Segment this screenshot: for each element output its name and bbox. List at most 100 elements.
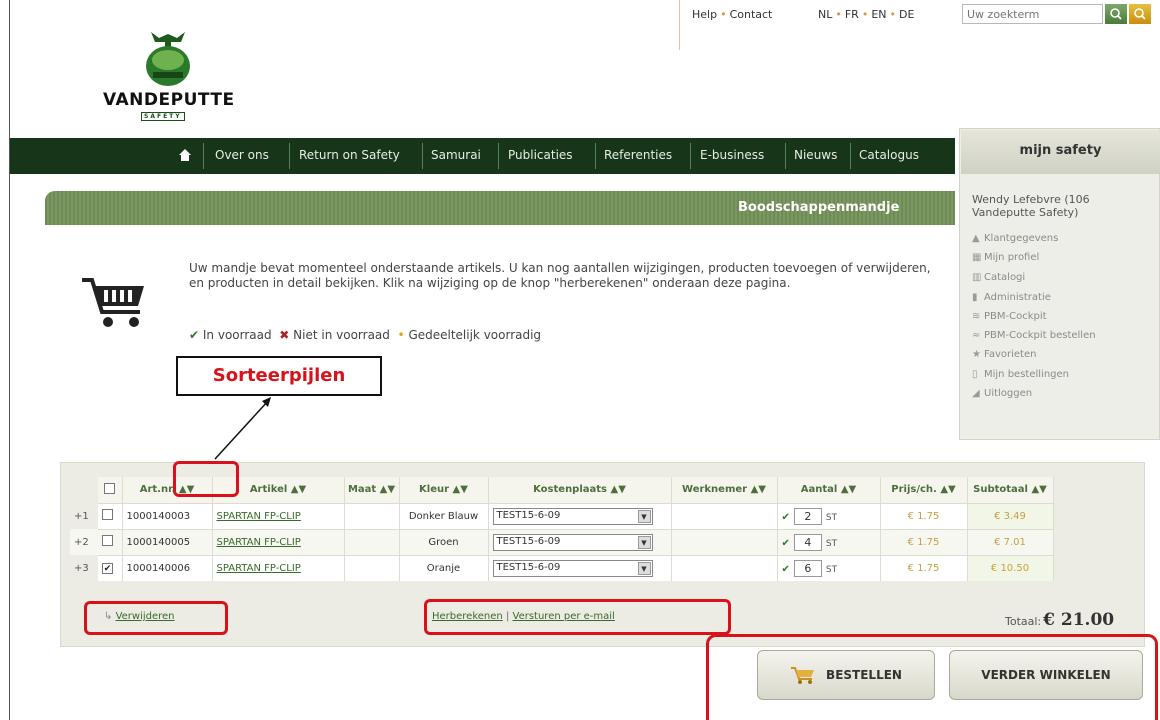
cell-aantal: ✔ 2 ST xyxy=(777,502,881,529)
col-subtotaal[interactable]: Subtotaal ▲▼ xyxy=(967,477,1054,503)
table-row: +3 ✔ 1000140006 SPARTAN FP-CLIP Oranje T… xyxy=(70,554,1054,581)
cell-artikel: SPARTAN FP-CLIP xyxy=(212,554,345,581)
quantity-unit: ST xyxy=(825,538,838,549)
select-all-checkbox[interactable] xyxy=(104,482,116,494)
row-select-cell: ✔ xyxy=(98,554,123,581)
col-label: Subtotaal xyxy=(973,484,1028,496)
col-maat[interactable]: Maat ▲▼ xyxy=(344,477,400,503)
nav-catalogus[interactable]: Catalogus xyxy=(859,148,919,162)
sort-arrows-icon[interactable]: ▲▼ xyxy=(453,484,468,495)
brand-tagline: SAFETY xyxy=(141,112,185,121)
lang-nl[interactable]: NL xyxy=(818,8,832,21)
col-kostenplaats[interactable]: Kostenplaats ▲▼ xyxy=(488,477,672,503)
menu-pbm-cockpit-bestellen[interactable]: ≈ PBM-Cockpit bestellen xyxy=(972,330,1096,341)
row-checkbox[interactable] xyxy=(102,535,113,546)
chevron-down-icon: ▼ xyxy=(637,509,651,523)
contact-link[interactable]: Contact xyxy=(730,8,773,21)
nav-samurai[interactable]: Samurai xyxy=(431,148,481,162)
col-prijs[interactable]: Prijs/ch. ▲▼ xyxy=(880,477,968,503)
page-left-border xyxy=(9,0,10,720)
search-input[interactable] xyxy=(962,4,1103,24)
menu-label: PBM-Cockpit bestellen xyxy=(984,330,1096,341)
col-label: Kostenplaats xyxy=(533,484,608,496)
quantity-input[interactable]: 4 xyxy=(793,533,822,551)
sort-arrows-icon[interactable]: ▲▼ xyxy=(380,484,395,495)
sort-arrows-icon[interactable]: ▲▼ xyxy=(751,484,766,495)
cell-kleur: Groen xyxy=(399,528,489,555)
row-checkbox[interactable] xyxy=(102,509,113,520)
legend-partial: Gedeeltelijk voorradig xyxy=(408,328,542,342)
product-link[interactable]: SPARTAN FP-CLIP xyxy=(217,537,301,548)
col-label: Aantal xyxy=(800,484,838,496)
menu-label: Administratie xyxy=(984,292,1051,303)
cell-maat xyxy=(344,502,400,529)
kostenplaats-select[interactable]: TEST15-6-09 ▼ xyxy=(492,507,653,525)
kostenplaats-select[interactable]: TEST15-6-09 ▼ xyxy=(492,533,653,551)
cell-kleur: Donker Blauw xyxy=(399,502,489,529)
in-stock-check-icon: ✔ xyxy=(781,537,790,549)
select-all-header[interactable] xyxy=(98,477,123,503)
nav-return-on-safety[interactable]: Return on Safety xyxy=(299,148,400,162)
sort-arrows-icon[interactable]: ▲▼ xyxy=(841,484,856,495)
quantity-unit: ST xyxy=(825,512,838,523)
nav-over-ons[interactable]: Over ons xyxy=(215,148,269,162)
advanced-search-button[interactable] xyxy=(1129,4,1151,24)
row-select-cell xyxy=(98,528,123,555)
brand-logo[interactable]: VANDEPUTTE SAFETY xyxy=(103,28,234,148)
table-row: +2 1000140005 SPARTAN FP-CLIP Groen TEST… xyxy=(70,528,1054,555)
sort-arrows-icon[interactable]: ▲▼ xyxy=(940,484,955,495)
page-title: Boodschappenmandje xyxy=(738,200,900,215)
nav-nieuws[interactable]: Nieuws xyxy=(794,148,837,162)
select-value: TEST15-6-09 xyxy=(496,535,561,547)
cell-artikel: SPARTAN FP-CLIP xyxy=(212,502,345,529)
sort-arrows-icon[interactable]: ▲▼ xyxy=(611,484,626,495)
cell-prijs: € 1.75 xyxy=(880,502,968,529)
menu-klantgegevens[interactable]: ▲ Klantgegevens xyxy=(972,233,1058,244)
row-index: +1 xyxy=(74,510,89,522)
col-label: Art.nr. xyxy=(139,484,176,496)
sort-arrows-icon[interactable]: ▲▼ xyxy=(291,484,306,495)
nav-referenties[interactable]: Referenties xyxy=(604,148,672,162)
language-switcher: NL • FR • EN • DE xyxy=(818,8,915,21)
cell-kostenplaats: TEST15-6-09 ▼ xyxy=(488,528,672,555)
menu-administratie[interactable]: ▮ Administratie xyxy=(972,292,1051,303)
kostenplaats-select[interactable]: TEST15-6-09 ▼ xyxy=(492,559,653,577)
col-label: Werknemer xyxy=(682,484,748,496)
row-checkbox-checked[interactable]: ✔ xyxy=(102,562,113,574)
legend-in-stock: In voorraad xyxy=(202,328,272,342)
cell-werknemer xyxy=(671,554,778,581)
home-icon[interactable] xyxy=(178,148,192,162)
cell-subtotaal: € 10.50 xyxy=(967,554,1054,581)
cell-kostenplaats: TEST15-6-09 ▼ xyxy=(488,554,672,581)
col-werknemer[interactable]: Werknemer ▲▼ xyxy=(671,477,778,503)
menu-pbm-cockpit[interactable]: ≋ PBM-Cockpit xyxy=(972,311,1047,322)
out-of-stock-x-icon: ✖ xyxy=(279,328,290,342)
menu-mijn-bestellingen[interactable]: ▯ Mijn bestellingen xyxy=(972,369,1069,380)
quantity-input[interactable]: 2 xyxy=(793,507,822,525)
lang-fr[interactable]: FR xyxy=(845,8,859,21)
menu-catalogi[interactable]: ▥ Catalogi xyxy=(972,272,1025,283)
cell-maat xyxy=(344,528,400,555)
cell-maat xyxy=(344,554,400,581)
menu-favorieten[interactable]: ★ Favorieten xyxy=(972,349,1036,360)
product-link[interactable]: SPARTAN FP-CLIP xyxy=(217,563,301,574)
help-link[interactable]: Help xyxy=(692,8,717,21)
nav-publicaties[interactable]: Publicaties xyxy=(508,148,573,162)
menu-uitloggen[interactable]: ◢ Uitloggen xyxy=(972,388,1032,399)
lang-en[interactable]: EN xyxy=(871,8,886,21)
sort-arrows-icon[interactable]: ▲▼ xyxy=(1031,484,1046,495)
col-kleur[interactable]: Kleur ▲▼ xyxy=(399,477,489,503)
star-icon: ★ xyxy=(972,349,981,360)
nav-e-business[interactable]: E-business xyxy=(700,148,764,162)
chart-icon: ▮ xyxy=(972,292,978,303)
highlight-sort-arrows xyxy=(173,461,239,497)
cell-artnr: 1000140006 xyxy=(122,554,213,581)
cart-intro-text: Uw mandje bevat momenteel onderstaande a… xyxy=(189,261,931,290)
cell-prijs: € 1.75 xyxy=(880,554,968,581)
menu-mijn-profiel[interactable]: ▦ Mijn profiel xyxy=(972,252,1039,263)
product-link[interactable]: SPARTAN FP-CLIP xyxy=(217,511,301,522)
lang-de[interactable]: DE xyxy=(899,8,914,21)
quantity-input[interactable]: 6 xyxy=(793,559,822,577)
col-aantal[interactable]: Aantal ▲▼ xyxy=(777,477,881,503)
search-button[interactable] xyxy=(1105,4,1127,24)
